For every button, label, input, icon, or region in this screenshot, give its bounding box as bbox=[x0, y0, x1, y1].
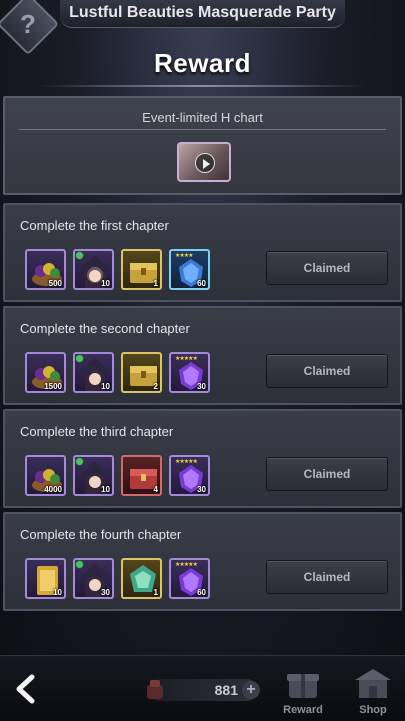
bottom-bar: 881 + Reward Shop bbox=[0, 655, 405, 721]
mission-row: Complete the second chapter 1500 10 2 ★★… bbox=[3, 306, 402, 405]
item-qty: 4 bbox=[153, 485, 158, 494]
reward-nav-button[interactable]: Reward bbox=[277, 666, 329, 716]
play-icon bbox=[195, 153, 215, 173]
item-qty: 500 bbox=[48, 279, 62, 288]
title-divider bbox=[40, 85, 365, 87]
item-qty: 10 bbox=[101, 485, 110, 494]
add-currency-button[interactable]: + bbox=[242, 681, 260, 699]
item-qty: 60 bbox=[197, 588, 206, 597]
fruit-basket-icon[interactable]: 500 bbox=[25, 249, 66, 290]
currency-display: 881 + bbox=[147, 679, 260, 701]
reward-items: 4000 10 4 ★★★★★ 30 bbox=[25, 455, 210, 496]
item-qty: 60 bbox=[197, 279, 206, 288]
character-card-icon[interactable]: 10 bbox=[73, 249, 114, 290]
back-arrow-icon[interactable] bbox=[12, 674, 40, 704]
mission-row: Complete the fourth chapter 10 30 1 ★★★★… bbox=[3, 512, 402, 611]
gold-chest-icon[interactable]: 2 bbox=[121, 352, 162, 393]
currency-value: 881 bbox=[214, 682, 238, 698]
character-card-icon[interactable]: 30 bbox=[73, 558, 114, 599]
item-qty: 1 bbox=[153, 588, 158, 597]
item-qty: 4000 bbox=[44, 485, 62, 494]
gold-ticket-icon[interactable]: 10 bbox=[25, 558, 66, 599]
purple-crystal-icon[interactable]: ★★★★★ 30 bbox=[169, 455, 210, 496]
reward-items: 500 10 1 ★★★★ 60 bbox=[25, 249, 210, 290]
shop-nav-label: Shop bbox=[359, 704, 387, 716]
header: ? Lustful Beauties Masquerade Party Rewa… bbox=[0, 0, 405, 92]
item-qty: 1 bbox=[153, 279, 158, 288]
mission-title: Complete the second chapter bbox=[20, 321, 190, 336]
blue-crystal-icon[interactable]: ★★★★ 60 bbox=[169, 249, 210, 290]
item-qty: 30 bbox=[197, 382, 206, 391]
item-qty: 2 bbox=[153, 382, 158, 391]
mission-row: Complete the first chapter 500 10 1 ★★★★… bbox=[3, 203, 402, 302]
claimed-button[interactable]: Claimed bbox=[266, 251, 388, 285]
shop-nav-button[interactable]: Shop bbox=[347, 666, 399, 716]
gold-chest-icon[interactable]: 1 bbox=[121, 249, 162, 290]
question-icon: ? bbox=[20, 8, 36, 39]
mission-title: Complete the fourth chapter bbox=[20, 527, 182, 542]
badge-icon bbox=[75, 457, 84, 466]
purple-crystal-icon[interactable]: ★★★★★ 30 bbox=[169, 352, 210, 393]
fruit-basket-icon[interactable]: 1500 bbox=[25, 352, 66, 393]
claimed-button[interactable]: Claimed bbox=[266, 560, 388, 594]
divider bbox=[19, 129, 386, 130]
badge-icon bbox=[75, 251, 84, 260]
badge-icon bbox=[75, 354, 84, 363]
mission-row: Complete the third chapter 4000 10 4 ★★★… bbox=[3, 409, 402, 508]
item-qty: 10 bbox=[101, 279, 110, 288]
gift-icon bbox=[287, 674, 319, 698]
event-title: Lustful Beauties Masquerade Party bbox=[60, 0, 345, 28]
item-qty: 10 bbox=[101, 382, 110, 391]
reward-items: 10 30 1 ★★★★★ 60 bbox=[25, 558, 210, 599]
item-qty: 10 bbox=[53, 588, 62, 597]
mission-title: Complete the third chapter bbox=[20, 424, 174, 439]
page-title: Reward bbox=[154, 48, 251, 78]
item-qty: 30 bbox=[197, 485, 206, 494]
shop-icon bbox=[355, 669, 391, 698]
mission-title: Complete the first chapter bbox=[20, 218, 169, 233]
badge-icon bbox=[75, 560, 84, 569]
character-card-icon[interactable]: 10 bbox=[73, 455, 114, 496]
reward-items: 1500 10 2 ★★★★★ 30 bbox=[25, 352, 210, 393]
help-button[interactable]: ? bbox=[0, 0, 60, 56]
purple-crystal-icon[interactable]: ★★★★★ 60 bbox=[169, 558, 210, 599]
currency-icon bbox=[147, 680, 163, 699]
video-thumbnail[interactable] bbox=[177, 142, 231, 182]
fruit-basket-icon[interactable]: 4000 bbox=[25, 455, 66, 496]
claimed-button[interactable]: Claimed bbox=[266, 457, 388, 491]
emblem-icon[interactable]: 1 bbox=[121, 558, 162, 599]
claimed-button[interactable]: Claimed bbox=[266, 354, 388, 388]
limited-label: Event-limited H chart bbox=[142, 110, 263, 125]
limited-panel: Event-limited H chart bbox=[3, 96, 402, 195]
item-qty: 30 bbox=[101, 588, 110, 597]
character-card-icon[interactable]: 10 bbox=[73, 352, 114, 393]
item-qty: 1500 bbox=[44, 382, 62, 391]
reward-nav-label: Reward bbox=[283, 704, 323, 716]
red-chest-icon[interactable]: 4 bbox=[121, 455, 162, 496]
